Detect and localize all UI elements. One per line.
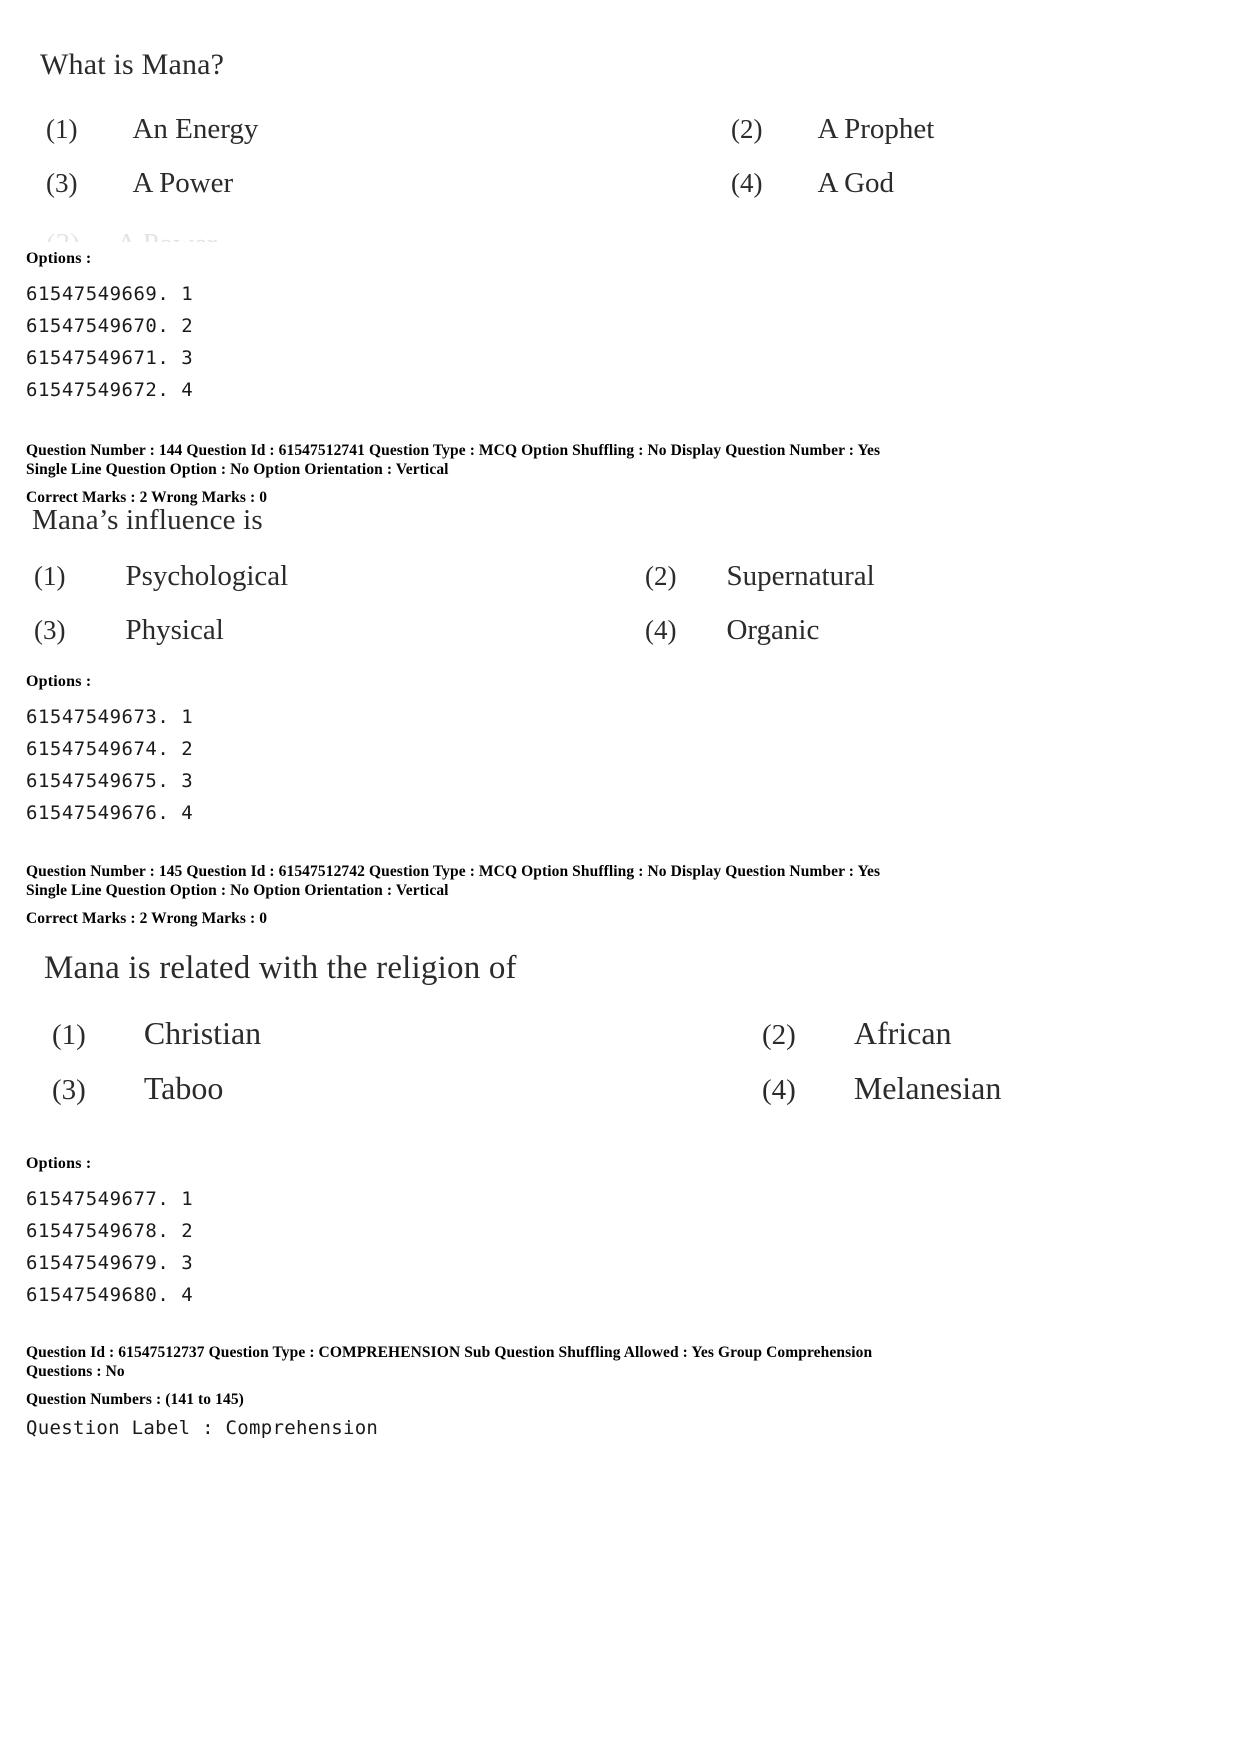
option-number: (4) (645, 615, 677, 645)
question-3-options: (1) Christian (2) African (3) Taboo (4) … (0, 1015, 1180, 1125)
option-number: (2) (645, 561, 677, 591)
question-2-metadata: Question Number : 145 Question Id : 6154… (26, 862, 1216, 928)
option-text: A Power (132, 167, 234, 199)
option-row: (1) Psychological (2) Supernatural (0, 560, 1180, 614)
metadata-line-2: Single Line Question Option : No Option … (26, 461, 449, 478)
option-row: (1) Christian (2) African (0, 1015, 1180, 1070)
option-text: Melanesian (853, 1070, 1002, 1106)
option-id: 61547549670. 2 (26, 315, 194, 337)
option-4[interactable]: (4) Organic (645, 614, 819, 647)
question-3-options-id-list: Options : 61547549677. 1 61547549678. 2 … (26, 1155, 193, 1311)
options-label: Options : (26, 250, 92, 267)
option-1[interactable]: (1) An Energy (46, 113, 258, 146)
option-text: Psychological (125, 560, 289, 592)
option-id: 61547549674. 2 (26, 738, 194, 760)
comprehension-line-2: Questions : No (26, 1363, 125, 1380)
option-3[interactable]: (3) A Power (46, 167, 233, 200)
option-id: 61547549678. 2 (26, 1220, 194, 1242)
option-text: Taboo (143, 1070, 224, 1106)
option-4[interactable]: (4) Melanesian (762, 1070, 1001, 1107)
comprehension-metadata: Question Id : 61547512737 Question Type … (26, 1343, 1216, 1439)
question-1-metadata: Question Number : 144 Question Id : 6154… (26, 441, 1216, 507)
option-id: 61547549677. 1 (26, 1188, 194, 1210)
option-2[interactable]: (2) Supernatural (645, 560, 875, 593)
comprehension-question-numbers: Question Numbers : (141 to 145) (26, 1391, 244, 1408)
option-id: 61547549676. 4 (26, 802, 194, 824)
question-1-options-id-list: Options : 61547549669. 1 61547549670. 2 … (26, 250, 193, 406)
option-number: (2) (731, 114, 763, 144)
option-number: (1) (34, 561, 66, 591)
option-number: (1) (46, 114, 78, 144)
option-number: (4) (762, 1074, 796, 1106)
option-number: (3) (46, 168, 78, 198)
option-text: African (853, 1015, 952, 1051)
option-text: Physical (125, 614, 224, 646)
option-number: (3) (34, 615, 66, 645)
option-1[interactable]: (1) Christian (52, 1015, 261, 1052)
option-number: (3) (52, 1074, 86, 1106)
option-row: (3) Taboo (4) Melanesian (0, 1070, 1180, 1125)
option-id: 61547549680. 4 (26, 1284, 194, 1306)
question-2-options-id-list: Options : 61547549673. 1 61547549674. 2 … (26, 673, 193, 829)
question-2-stem: Mana’s influence is (32, 504, 263, 537)
exam-page: What is Mana? (1) An Energy (2) A Prophe… (0, 0, 1240, 1754)
question-stem-text: Mana is related with the religion of (44, 950, 517, 986)
question-label: Question Label : Comprehension (26, 1417, 379, 1439)
option-4[interactable]: (4) A God (731, 167, 894, 200)
option-row: (3) Physical (4) Organic (0, 614, 1180, 668)
comprehension-line-1: Question Id : 61547512737 Question Type … (26, 1344, 873, 1361)
option-text: An Energy (132, 113, 259, 145)
option-id: 61547549675. 3 (26, 770, 194, 792)
option-3[interactable]: (3) Taboo (52, 1070, 223, 1107)
option-1[interactable]: (1) Psychological (34, 560, 288, 593)
scan-artifact: (3) A Power (46, 228, 306, 242)
option-2[interactable]: (2) African (762, 1015, 952, 1052)
option-id: 61547549669. 1 (26, 283, 194, 305)
option-text: Supernatural (726, 560, 875, 592)
options-label: Options : (26, 1155, 92, 1172)
option-3[interactable]: (3) Physical (34, 614, 224, 647)
option-text: A God (817, 167, 895, 199)
option-row: (1) An Energy (2) A Prophet (0, 113, 1180, 167)
option-id: 61547549672. 4 (26, 379, 194, 401)
question-1-options: (1) An Energy (2) A Prophet (3) A Power … (0, 113, 1180, 221)
question-stem-text: What is Mana? (40, 48, 225, 81)
option-number: (2) (762, 1019, 796, 1051)
question-3-stem: Mana is related with the religion of (44, 950, 517, 988)
option-text: Organic (726, 614, 820, 646)
question-2-options: (1) Psychological (2) Supernatural (3) P… (0, 560, 1180, 668)
option-row: (3) A Power (4) A God (0, 167, 1180, 221)
metadata-line-1: Question Number : 144 Question Id : 6154… (26, 442, 881, 459)
options-label: Options : (26, 673, 92, 690)
metadata-line-2: Single Line Question Option : No Option … (26, 882, 449, 899)
option-text: A Prophet (817, 113, 935, 145)
option-text: Christian (143, 1015, 262, 1051)
option-id: 61547549671. 3 (26, 347, 194, 369)
question-1-stem: What is Mana? (40, 48, 224, 83)
option-number: (1) (52, 1019, 86, 1051)
metadata-marks: Correct Marks : 2 Wrong Marks : 0 (26, 910, 268, 927)
question-stem-text: Mana’s influence is (32, 504, 263, 536)
metadata-line-1: Question Number : 145 Question Id : 6154… (26, 863, 881, 880)
option-2[interactable]: (2) A Prophet (731, 113, 934, 146)
option-id: 61547549673. 1 (26, 706, 194, 728)
option-id: 61547549679. 3 (26, 1252, 194, 1274)
option-number: (4) (731, 168, 763, 198)
